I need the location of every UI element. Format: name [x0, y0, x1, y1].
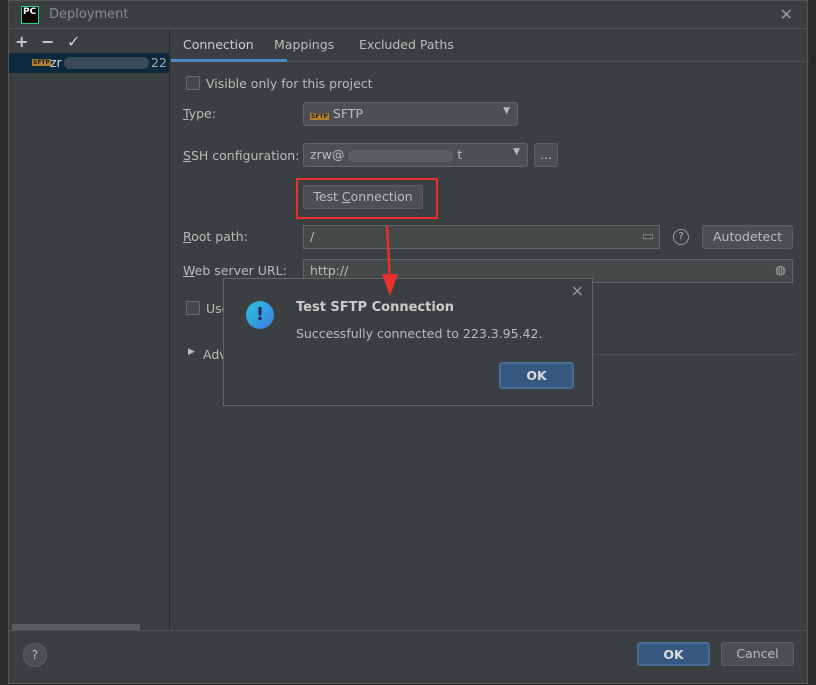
dialog-ok-button[interactable]: OK [499, 362, 574, 389]
redaction [64, 57, 149, 69]
annotation-arrow [382, 226, 398, 296]
sftp-icon: SFTP [32, 59, 51, 66]
ok-button[interactable]: OK [637, 642, 710, 666]
test-connection-dialog: × ! Test SFTP Connection Successfully co… [223, 278, 593, 406]
root-path-value: / [310, 229, 315, 244]
chevron-down-icon: ▼ [513, 147, 520, 157]
dialog-close-icon[interactable]: × [571, 281, 584, 300]
type-value: SFTP [332, 106, 363, 121]
tab-excluded-paths[interactable]: Excluded Paths [359, 37, 454, 52]
type-select[interactable]: SFTP SFTP ▼ [303, 102, 518, 126]
web-url-value: http:// [310, 263, 349, 278]
chevron-down-icon: ▼ [503, 106, 510, 116]
use-checkbox[interactable] [186, 301, 200, 315]
root-path-label: Root path: [183, 229, 248, 244]
info-icon: ! [246, 301, 274, 329]
remove-server-button[interactable]: − [41, 32, 54, 51]
pycharm-logo: PC [21, 6, 39, 24]
ssh-label-mnemonic: S [183, 148, 191, 163]
server-item[interactable]: SFTP zr 22 [9, 53, 169, 73]
ssh-value-end: t [457, 147, 463, 162]
tab-mappings[interactable]: Mappings [274, 37, 334, 52]
root-label-mnemonic: R [183, 229, 192, 244]
close-icon[interactable]: ✕ [780, 5, 793, 24]
globe-icon[interactable]: ◍ [775, 262, 786, 277]
expand-triangle-icon[interactable]: ▶ [188, 347, 195, 357]
ssh-more-button[interactable]: ... [534, 143, 558, 167]
divider [593, 354, 796, 355]
arrow-shaft [385, 226, 392, 281]
arrow-head [382, 274, 398, 296]
type-label-rest: ype: [188, 106, 216, 121]
dialog-title: Test SFTP Connection [296, 300, 454, 315]
tab-bar: Connection Mappings Excluded Paths [171, 30, 809, 62]
folder-icon[interactable]: ▭ [642, 228, 654, 243]
server-list: + − ✓ SFTP zr 22 [9, 30, 170, 630]
dialog-message: Successfully connected to 223.3.95.42. [296, 326, 543, 341]
root-label-rest: oot path: [191, 229, 248, 244]
autodetect-button[interactable]: Autodetect [702, 225, 793, 249]
ssh-config-label: SSH configuration: [183, 148, 299, 163]
server-name-end: 22 [151, 55, 167, 70]
window-title: Deployment [49, 7, 129, 22]
ssh-config-select[interactable]: zrw@ t ▼ [303, 143, 528, 167]
add-server-button[interactable]: + [15, 32, 28, 51]
active-tab-indicator [171, 59, 287, 62]
set-default-button[interactable]: ✓ [67, 32, 80, 51]
server-name-start: zr [50, 55, 62, 70]
ssh-value-start: zrw@ [310, 147, 345, 162]
web-label-mnemonic: W [183, 263, 195, 278]
cancel-button[interactable]: Cancel [721, 642, 794, 666]
type-label: Type: [183, 106, 216, 121]
web-url-label: Web server URL: [183, 263, 287, 278]
help-icon[interactable]: ? [673, 229, 689, 245]
visible-only-checkbox[interactable] [186, 76, 200, 90]
help-button[interactable]: ? [23, 643, 47, 667]
visible-only-label: Visible only for this project [206, 76, 373, 91]
ssh-label-rest: SH configuration: [190, 148, 300, 163]
sftp-icon: SFTP [310, 113, 329, 120]
web-label-rest: eb server URL: [194, 263, 287, 278]
tab-connection[interactable]: Connection [183, 37, 254, 52]
annotation-highlight-box [296, 178, 438, 219]
root-path-input[interactable]: / ▭ [303, 225, 660, 249]
redaction [348, 149, 454, 162]
footer: ? OK Cancel [9, 630, 807, 685]
title-bar: PC Deployment ✕ [9, 1, 807, 29]
